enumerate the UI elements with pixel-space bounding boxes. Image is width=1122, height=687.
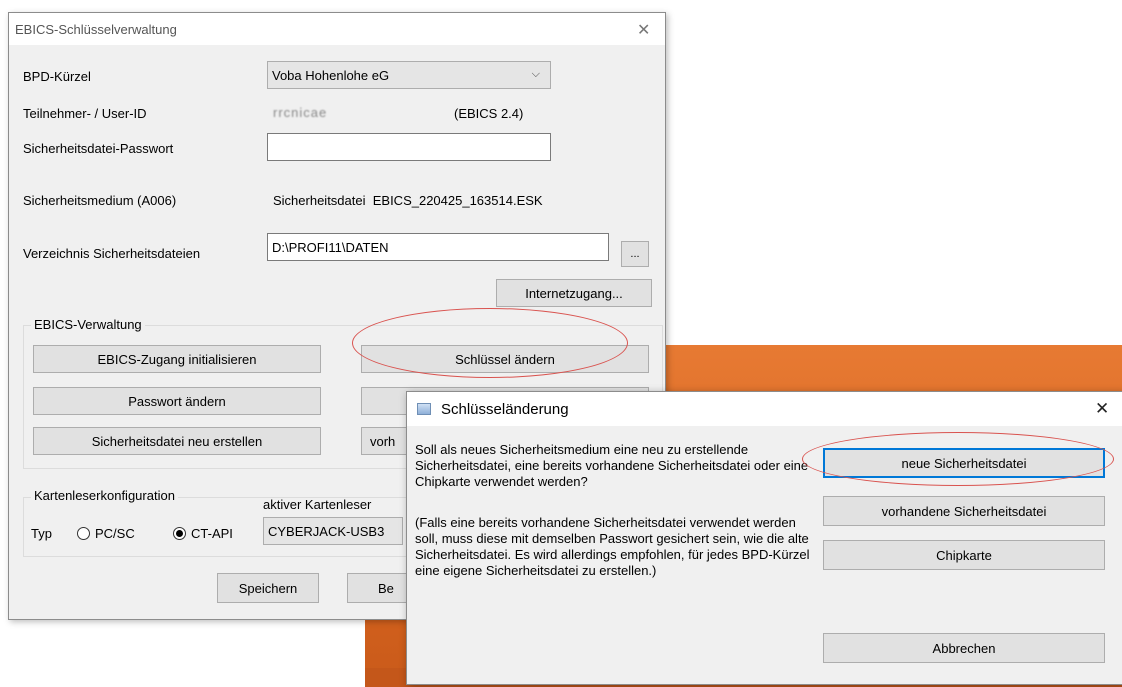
dialog-hint-text: (Falls eine bereits vorhandene Sicherhei… [415, 515, 810, 578]
new-security-file-button[interactable]: neue Sicherheitsdatei [823, 448, 1105, 478]
dialog-question-text: Soll als neues Sicherheitsmedium eine ne… [415, 442, 809, 489]
active-reader-value: CYBERJACK-USB3 [268, 523, 385, 539]
browse-button[interactable]: ... [621, 241, 649, 267]
dir-field-value: D:\PROFI11\DATEN [272, 239, 389, 255]
main-window-title: EBICS-Schlüsselverwaltung [15, 22, 177, 37]
dir-label: Verzeichnis Sicherheitsdateien [23, 246, 201, 261]
medium-label: Sicherheitsmedium (A006) [23, 193, 177, 208]
app-icon [417, 403, 431, 415]
ebics-group-title: EBICS-Verwaltung [31, 317, 145, 332]
chevron-down-icon: ⌵ [531, 68, 540, 80]
password-field[interactable] [267, 133, 551, 161]
init-ebics-button[interactable]: EBICS-Zugang initialisieren [33, 345, 321, 373]
active-reader-select[interactable]: CYBERJACK-USB3 [263, 517, 403, 545]
radio-ctapi[interactable] [173, 527, 186, 540]
ebics-version: (EBICS 2.4) [454, 106, 524, 121]
dialog-title: Schlüsseländerung [441, 401, 569, 418]
radio-pcsc[interactable] [77, 527, 90, 540]
dialog-close-icon[interactable]: ✕ [1095, 399, 1109, 419]
type-label: Typ [31, 526, 52, 541]
active-reader-label: aktiver Kartenleser [263, 497, 372, 512]
bpd-select[interactable]: Voba Hohenlohe eG ⌵ [267, 61, 551, 89]
bpd-label: BPD-Kürzel [23, 69, 91, 84]
card-reader-group-title: Kartenleserkonfiguration [31, 488, 178, 503]
userid-value: rrcnicae [273, 105, 328, 120]
change-password-button[interactable]: Passwort ändern [33, 387, 321, 415]
cancel-button[interactable]: Abbrechen [823, 633, 1105, 663]
radio-ctapi-label: CT-API [191, 526, 233, 541]
chipcard-button[interactable]: Chipkarte [823, 540, 1105, 570]
save-button[interactable]: Speichern [217, 573, 319, 603]
change-key-button[interactable]: Schlüssel ändern [361, 345, 649, 373]
radio-pcsc-label: PC/SC [95, 526, 135, 541]
userid-label: Teilnehmer- / User-ID [23, 106, 147, 121]
dir-field[interactable]: D:\PROFI11\DATEN [267, 233, 609, 261]
key-change-dialog: Schlüsseländerung ✕ Soll als neues Siche… [406, 391, 1122, 685]
existing-security-file-button[interactable]: vorhandene Sicherheitsdatei [823, 496, 1105, 526]
medium-value: Sicherheitsdatei EBICS_220425_163514.ESK [273, 193, 543, 208]
bpd-select-value: Voba Hohenlohe eG [272, 67, 390, 83]
internet-access-button[interactable]: Internetzugang... [496, 279, 652, 307]
recreate-file-button[interactable]: Sicherheitsdatei neu erstellen [33, 427, 321, 455]
main-close-icon[interactable]: ✕ [637, 20, 650, 40]
password-label: Sicherheitsdatei-Passwort [23, 141, 174, 156]
